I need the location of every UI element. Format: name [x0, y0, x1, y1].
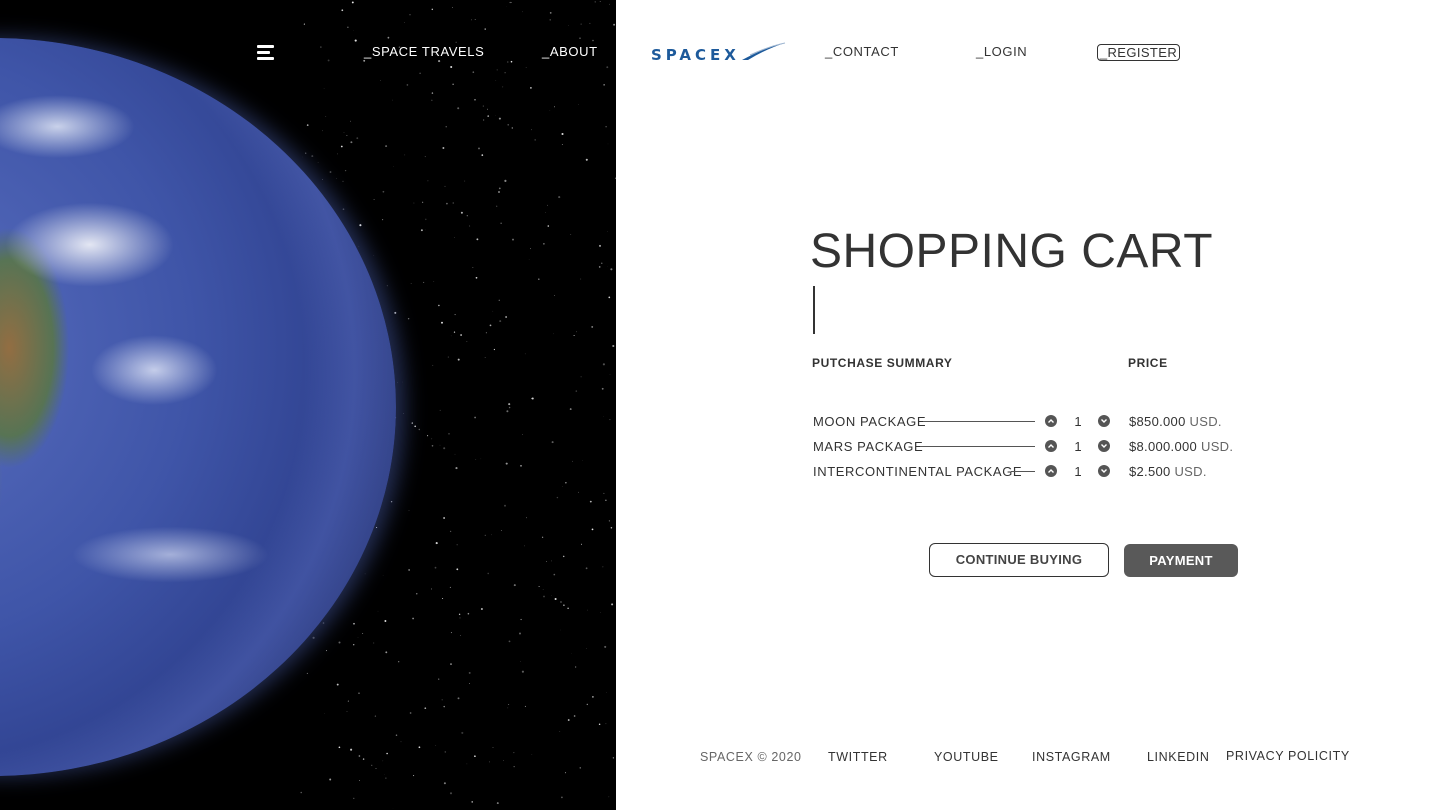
item-price-currency: USD.	[1189, 414, 1222, 429]
qty-increase-icon[interactable]	[1045, 440, 1057, 452]
footer-link-youtube[interactable]: YOUTUBE	[934, 749, 999, 765]
logo-swoosh-icon	[742, 42, 786, 60]
item-price-value: $850.000	[1129, 414, 1186, 429]
purchase-summary-header: PUTCHASE SUMMARY	[812, 356, 953, 370]
hero-space-image: _SPACE TRAVELS _ABOUT	[0, 0, 616, 810]
qty-decrease-icon[interactable]	[1098, 415, 1110, 427]
page-title: SHOPPING CART	[810, 225, 1214, 278]
item-price: $850.000 USD.	[1129, 414, 1222, 430]
item-price-currency: USD.	[1201, 439, 1234, 454]
continue-buying-button[interactable]: CONTINUE BUYING	[929, 543, 1109, 577]
cart-item-intercontinental: INTERCONTINENTAL PACKAGE 1 $2.500 USD.	[0, 463, 1440, 481]
item-price-value: $2.500	[1129, 464, 1171, 479]
item-divider-line	[1011, 471, 1035, 472]
nav-link-contact[interactable]: _CONTACT	[825, 44, 899, 60]
item-quantity: 1	[1074, 439, 1082, 454]
nav-link-space-travels[interactable]: _SPACE TRAVELS	[364, 44, 484, 60]
qty-decrease-icon[interactable]	[1098, 440, 1110, 452]
item-price-value: $8.000.000	[1129, 439, 1198, 454]
nav-link-about[interactable]: _ABOUT	[542, 44, 598, 60]
cart-item-moon: MOON PACKAGE 1 $850.000 USD.	[0, 413, 1440, 431]
item-price: $2.500 USD.	[1129, 464, 1207, 480]
qty-increase-icon[interactable]	[1045, 415, 1057, 427]
nav-link-login[interactable]: _LOGIN	[976, 44, 1027, 60]
footer-link-privacy-policy[interactable]: PRIVACY POLICITY	[1226, 748, 1350, 764]
spacex-logo[interactable]: SPACEX	[650, 40, 786, 66]
footer-link-instagram[interactable]: INSTAGRAM	[1032, 749, 1111, 765]
footer-link-twitter[interactable]: TWITTER	[828, 749, 888, 765]
title-accent-bar	[813, 286, 815, 334]
item-name: INTERCONTINENTAL PACKAGE	[813, 464, 1023, 479]
item-quantity: 1	[1074, 414, 1082, 429]
left-navigation: _SPACE TRAVELS _ABOUT	[0, 44, 616, 62]
item-price: $8.000.000 USD.	[1129, 439, 1233, 455]
register-button[interactable]: _REGISTER	[1097, 44, 1180, 61]
item-name: MARS PACKAGE	[813, 439, 924, 454]
cart-item-mars: MARS PACKAGE 1 $8.000.000 USD.	[0, 438, 1440, 456]
qty-decrease-icon[interactable]	[1098, 465, 1110, 477]
footer-copyright: SPACEX © 2020	[700, 750, 802, 764]
item-divider-line	[923, 421, 1035, 422]
item-quantity: 1	[1074, 464, 1082, 479]
footer-link-linkedin[interactable]: LINKEDIN	[1147, 749, 1209, 765]
qty-increase-icon[interactable]	[1045, 465, 1057, 477]
price-header: PRICE	[1128, 356, 1168, 370]
payment-button[interactable]: PAYMENT	[1124, 544, 1238, 577]
item-price-currency: USD.	[1174, 464, 1207, 479]
item-name: MOON PACKAGE	[813, 414, 927, 429]
item-divider-line	[920, 446, 1035, 447]
menu-icon[interactable]	[257, 45, 275, 61]
